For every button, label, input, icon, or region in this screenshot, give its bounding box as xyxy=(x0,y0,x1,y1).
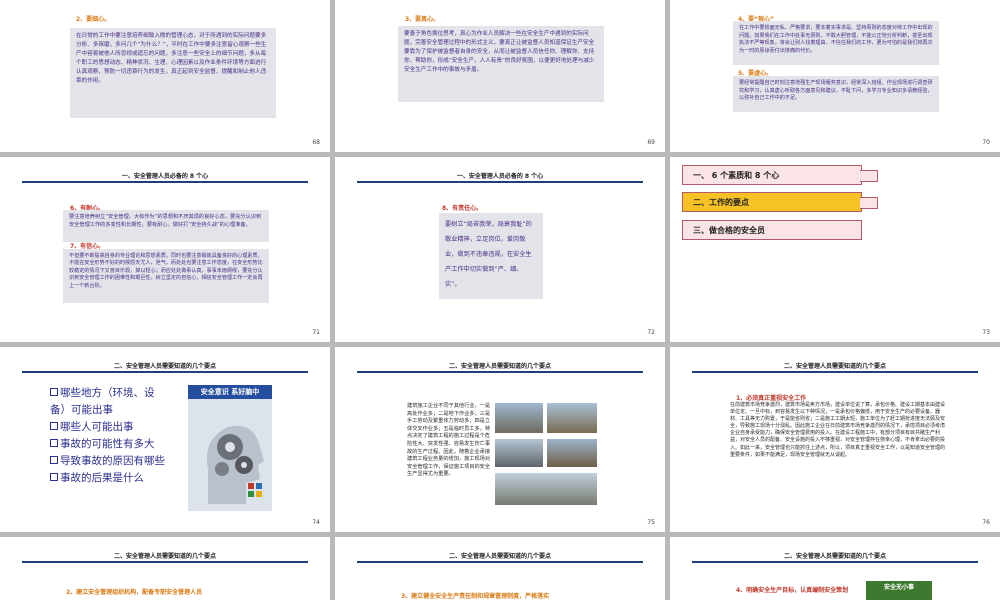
header-rule xyxy=(357,561,643,563)
construction-photo xyxy=(495,439,543,467)
slide-76[interactable]: 二、安全管理人员需要知道的几个要点 1、必须真正重视安全工作 在前建筑市场竞争激… xyxy=(670,347,1000,532)
poster-banner: 安全意识 系好脑中 xyxy=(188,385,272,399)
safety-badge: 安全无小事 xyxy=(866,581,932,600)
page-number: 75 xyxy=(647,519,655,526)
header-rule xyxy=(22,181,308,183)
bullet-item: 哪些人可能出事 xyxy=(50,419,170,436)
slide-71[interactable]: 一、安全管理人员必备的 8 个心 6、有耐心。 要注意培养树立“安全管理，大有作… xyxy=(0,157,330,342)
slide-header: 二、安全管理人员需要知道的几个要点 xyxy=(783,363,886,370)
square-bullet-icon xyxy=(50,422,58,430)
slide-75[interactable]: 二、安全管理人员需要知道的几个要点 建筑施工企业不同于其他行业，一是高处作业多；… xyxy=(335,347,665,532)
slide-body-text: 要经常提醒自己时刻注意增强生产现场服务意识，经常深入班组、作业现场进行调查研究和… xyxy=(733,76,939,112)
slide-subheading: 3、要真心。 xyxy=(405,16,440,23)
slide-body-text: 要注意培养树立“安全管理，大有作为”的思想和不厌其烦的良好心态，要充分认识到安全… xyxy=(63,210,269,242)
page-number: 68 xyxy=(312,139,320,146)
slide-header: 二、安全管理人员需要知道的几个要点 xyxy=(783,553,886,560)
bullet-item: 事故的可能性有多大 xyxy=(50,436,170,453)
slide-header: 二、安全管理人员需要知道的几个要点 xyxy=(448,553,551,560)
square-bullet-icon xyxy=(50,439,58,447)
slide-78[interactable]: 二、安全管理人员需要知道的几个要点 3、建立健全安全生产责任制和规章管理制度，严… xyxy=(335,537,665,600)
slide-body-text: 不但要不断提高自身的专业理论和思想素质，同时也要注意锻炼具备良好的心理素质。不能… xyxy=(63,249,269,303)
square-bullet-icon xyxy=(50,473,58,481)
header-rule xyxy=(692,561,978,563)
header-rule xyxy=(22,561,308,563)
slide-73[interactable]: 一、 6 个素质和 8 个心 二、工作的要点 三、做合格的安全员 73 xyxy=(670,157,1000,342)
construction-photo xyxy=(547,403,597,433)
slide-subheading: 3、建立健全安全生产责任制和规章管理制度，严格落实 xyxy=(401,593,550,600)
slide-69[interactable]: 3、要真心。 要善于角色换位思考，真心为作业人员解决一些在安全生产中遇到的实际问… xyxy=(335,0,665,152)
slide-header: 一、安全管理人员必备的 8 个心 xyxy=(121,173,209,180)
header-rule xyxy=(357,371,643,373)
slide-header: 二、安全管理人员需要知道的几个要点 xyxy=(448,363,551,370)
bullet-item: 导致事故的原因有哪些 xyxy=(50,453,170,470)
slide-body-text: 建筑施工企业不同于其他行业，一是高处作业多；二是地下作业多；三是手工劳动及繁重体… xyxy=(407,403,491,478)
gears-head-icon xyxy=(206,425,264,504)
construction-photo xyxy=(547,439,597,467)
header-rule xyxy=(22,371,308,373)
slide-subheading: 2、要细心。 xyxy=(76,16,111,23)
toc-item-1[interactable]: 一、 6 个素质和 8 个心 xyxy=(682,165,878,185)
bullet-item: 事故的后果是什么 xyxy=(50,470,170,487)
slide-body-text: 要树立“局苦我荣，局衰我耻”的敬业精神，立足岗位，爱岗敬业，做到不违章违规，在安… xyxy=(439,213,543,299)
square-bullet-icon xyxy=(50,388,58,396)
bullet-item: 哪些地方（环境、设备）可能出事 xyxy=(50,387,155,416)
header-rule xyxy=(692,371,978,373)
toc-item-2[interactable]: 二、工作的要点 xyxy=(682,192,878,212)
toc-item-3[interactable]: 三、做合格的安全员 xyxy=(682,220,862,240)
bullet-list: 哪些地方（环境、设备）可能出事 哪些人可能出事 事故的可能性有多大 导致事故的原… xyxy=(50,385,170,487)
slide-72[interactable]: 一、安全管理人员必备的 8 个心 8、有责任心。 要树立“局苦我荣，局衰我耻”的… xyxy=(335,157,665,342)
square-bullet-icon xyxy=(50,456,58,464)
slide-subheading: 8、有责任心。 xyxy=(442,205,483,212)
slide-body-text: 在工作中要铁面无私、严格要求，要本着实事求是、坚持原则的态度对待工作中出现的问题… xyxy=(733,21,939,65)
slide-header: 一、安全管理人员必备的 8 个心 xyxy=(456,173,544,180)
slide-subheading: 4、明确安全生产目标，认真编制安全策划 xyxy=(736,587,849,594)
slide-body-text: 在日常的工作中要注意培养细致入微的管理心态，对于所遇到的实际问题要多分析、多琢磨… xyxy=(70,28,276,118)
construction-photo xyxy=(495,403,543,433)
page-number: 69 xyxy=(647,139,655,146)
safety-awareness-poster: 安全意识 系好脑中 xyxy=(188,385,272,511)
header-rule xyxy=(357,181,643,183)
slide-68[interactable]: 2、要细心。 在日常的工作中要注意培养细致入微的管理心态，对于所遇到的实际问题要… xyxy=(0,0,330,152)
slide-header: 二、安全管理人员需要知道的几个要点 xyxy=(113,363,216,370)
slide-thumbnail-grid: 2、要细心。 在日常的工作中要注意培养细致入微的管理心态，对于所遇到的实际问题要… xyxy=(0,0,1000,600)
slide-header: 二、安全管理人员需要知道的几个要点 xyxy=(113,553,216,560)
construction-photo xyxy=(495,473,597,505)
page-number: 70 xyxy=(982,139,990,146)
slide-body-text: 要善于角色换位思考，真心为作业人员解决一些在安全生产中遇到的实际问题，完善安全管… xyxy=(398,26,604,102)
page-number: 73 xyxy=(982,329,990,336)
page-number: 72 xyxy=(647,329,655,336)
page-number: 74 xyxy=(312,519,320,526)
page-number: 71 xyxy=(312,329,320,336)
slide-74[interactable]: 二、安全管理人员需要知道的几个要点 哪些地方（环境、设备）可能出事 哪些人可能出… xyxy=(0,347,330,532)
slide-subheading: 1、必须真正重视安全工作 xyxy=(736,395,807,402)
page-number: 76 xyxy=(982,519,990,526)
slide-subheading: 2、建立安全管理组织机构，配备专职安全管理人员 xyxy=(66,589,203,596)
slide-79[interactable]: 二、安全管理人员需要知道的几个要点 4、明确安全生产目标，认真编制安全策划 安全… xyxy=(670,537,1000,600)
slide-70[interactable]: 4、要“狠心” 在工作中要铁面无私、严格要求，要本着实事求是、坚持原则的态度对待… xyxy=(670,0,1000,152)
slide-body-text: 在前建筑市场竞争激烈，建筑市场是卖方市场，建设单位说了算，承包价格、建设工期基本… xyxy=(730,402,946,458)
slide-77[interactable]: 二、安全管理人员需要知道的几个要点 2、建立安全管理组织机构，配备专职安全管理人… xyxy=(0,537,330,600)
